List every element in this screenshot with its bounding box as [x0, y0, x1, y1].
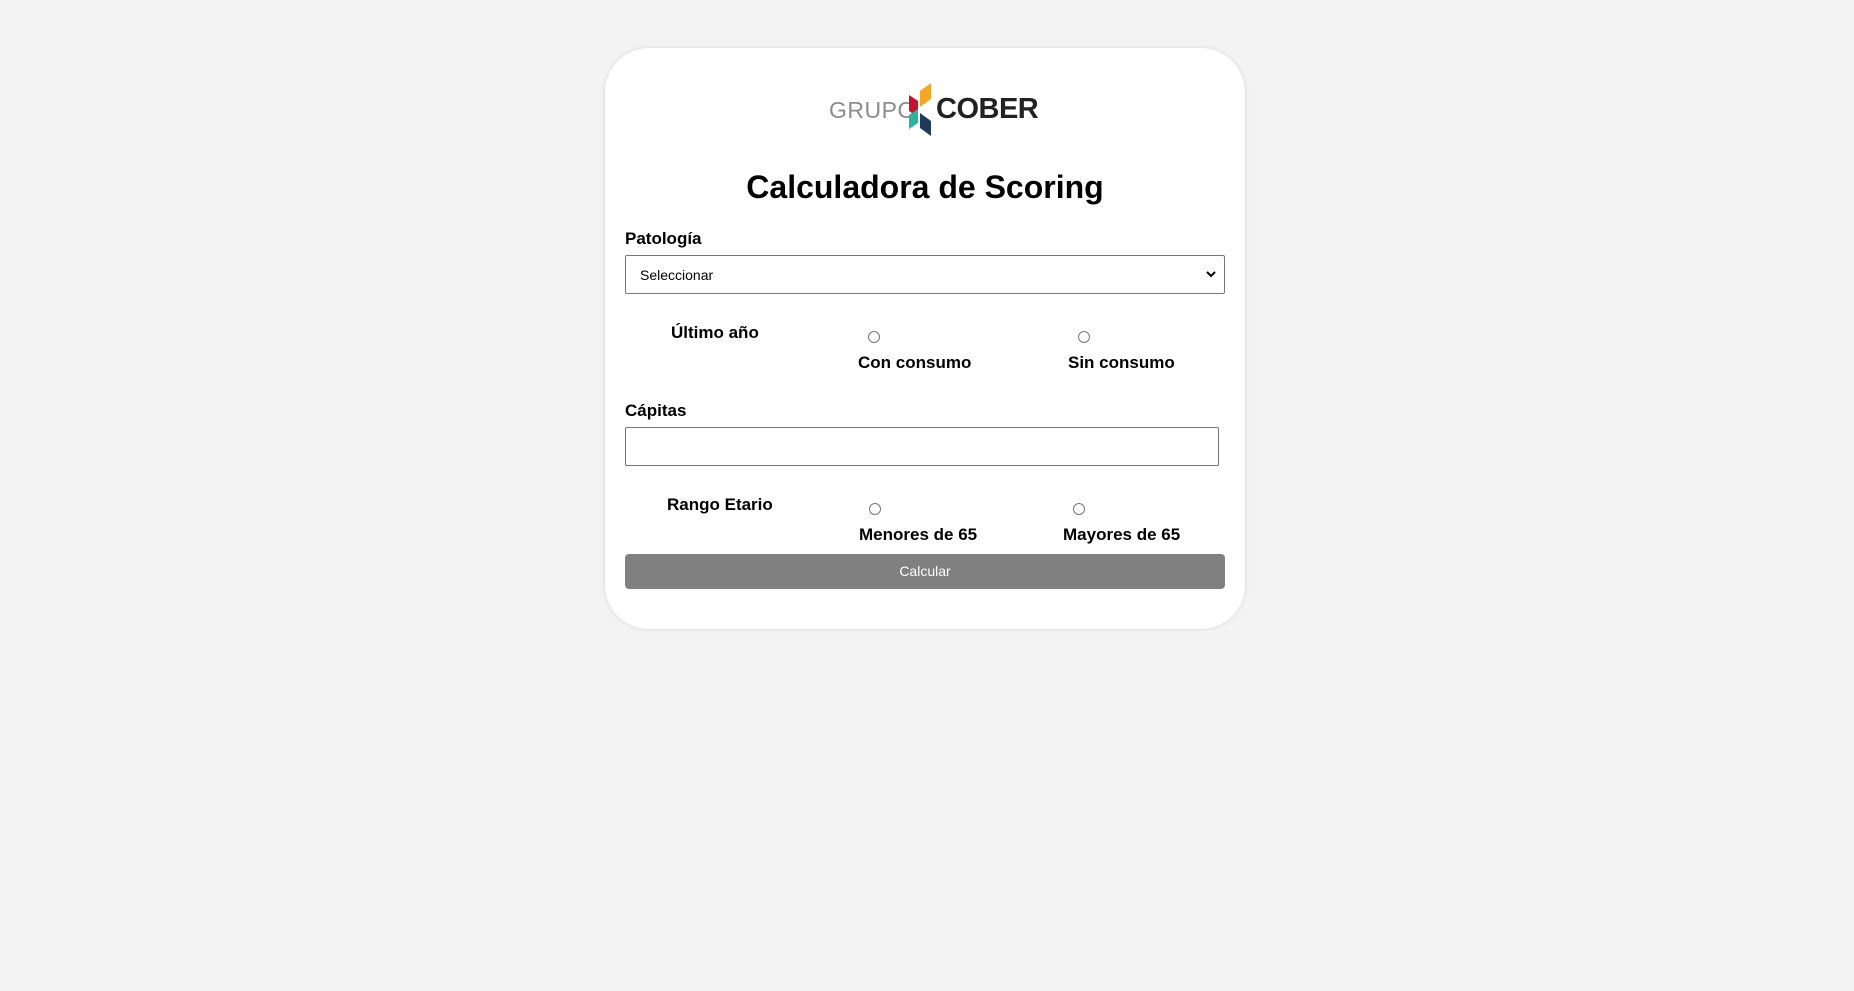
patologia-selected-value: Seleccionar — [640, 267, 714, 283]
calculator-card: GRUPO COBER Calculadora de Scoring Patol… — [605, 48, 1245, 629]
con-consumo-radio[interactable] — [868, 331, 880, 343]
page-title: Calculadora de Scoring — [746, 169, 1104, 205]
mayores-65-label: Mayores de 65 — [1063, 525, 1181, 544]
logo-mark-icon — [909, 83, 931, 136]
con-consumo-label: Con consumo — [858, 353, 972, 372]
sin-consumo-label: Sin consumo — [1068, 353, 1175, 372]
mayores-65-radio[interactable] — [1073, 503, 1085, 515]
rango-etario-label: Rango Etario — [667, 495, 773, 514]
logo-grupo-text: GRUPO — [829, 97, 916, 123]
sin-consumo-radio[interactable] — [1078, 331, 1090, 343]
ultimo-anio-label: Último año — [671, 323, 759, 342]
menores-65-label: Menores de 65 — [859, 525, 978, 544]
logo-cober-text: COBER — [936, 93, 1039, 125]
patologia-label: Patología — [625, 229, 702, 248]
capitas-label: Cápitas — [625, 401, 687, 420]
capitas-input[interactable] — [625, 427, 1219, 466]
calcular-button[interactable]: Calcular — [625, 554, 1225, 589]
grupo-cober-logo: GRUPO COBER — [824, 81, 1039, 137]
chevron-down-icon — [1206, 271, 1216, 278]
patologia-select[interactable]: Seleccionar — [625, 255, 1225, 294]
menores-65-radio[interactable] — [869, 503, 881, 515]
